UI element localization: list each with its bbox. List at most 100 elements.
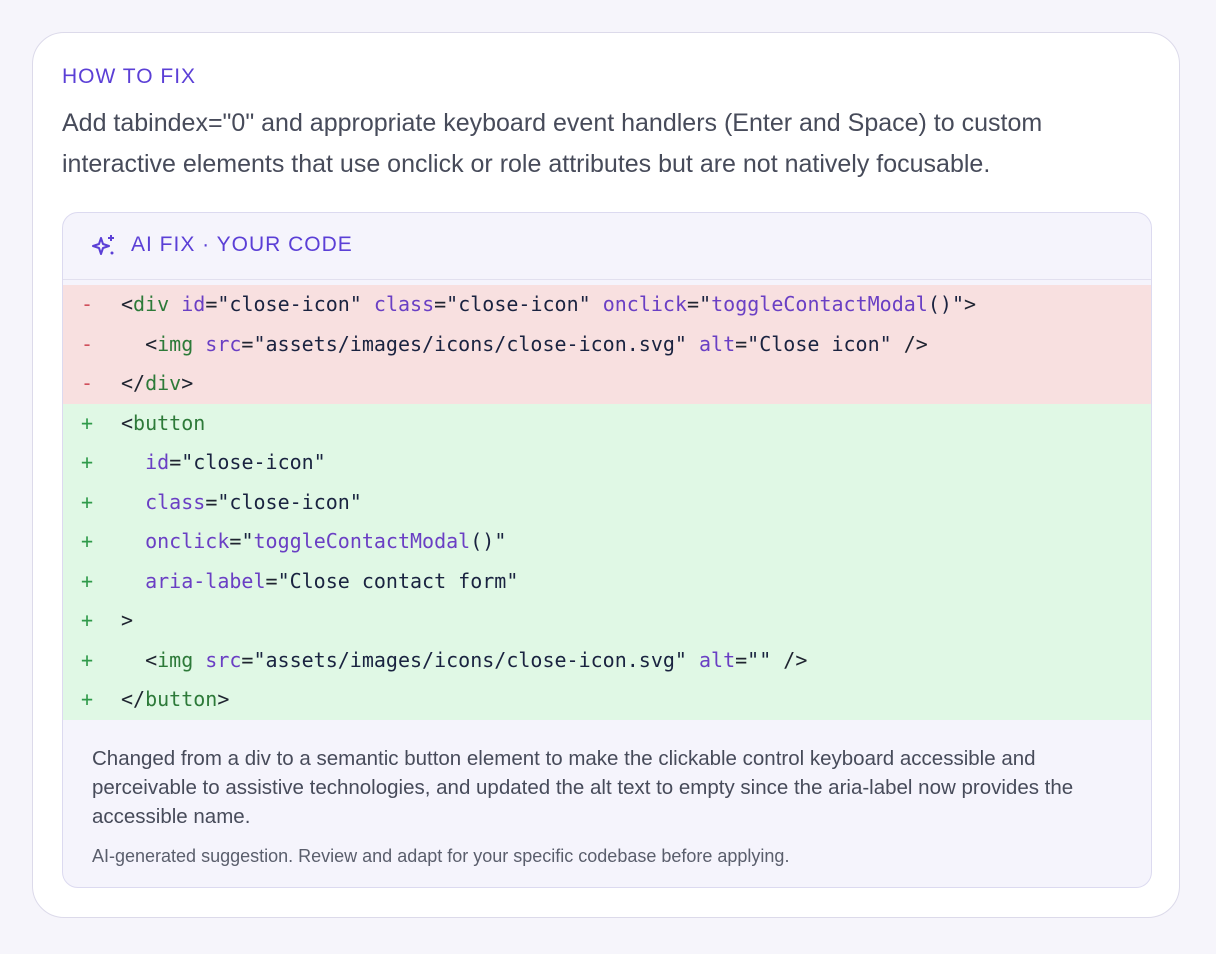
diff-code: id="close-icon" — [121, 443, 326, 483]
code-token: src — [205, 331, 242, 356]
code-token: "" — [747, 647, 772, 672]
code-token: = — [735, 647, 748, 672]
code-token: = — [735, 331, 748, 356]
code-token: > — [963, 292, 977, 316]
code-token: button — [133, 410, 206, 435]
diff-line-add: + </button> — [63, 680, 1151, 720]
code-token: toggleContactModal — [711, 292, 928, 316]
code-token: > — [217, 687, 230, 711]
diff-marker: + — [80, 568, 94, 593]
code-token: /> — [891, 331, 928, 356]
diff-code: <button — [121, 404, 205, 444]
diff-code: <img src="assets/images/icons/close-icon… — [121, 641, 807, 681]
diff-code: > — [121, 601, 133, 641]
code-token: "Close contact form" — [277, 568, 519, 593]
code-token: = — [434, 292, 447, 316]
code-token: button — [145, 687, 218, 711]
code-token: < — [121, 647, 158, 672]
diff-marker: - — [80, 371, 94, 395]
code-token: "assets/images/icons/close-icon.svg" — [253, 647, 687, 672]
code-token: img — [157, 647, 194, 672]
diff-marker: + — [80, 608, 94, 632]
code-token: alt — [699, 331, 736, 356]
diff-code: </div> — [121, 364, 193, 404]
code-diff: - <div id="close-icon" class="close-icon"… — [63, 285, 1151, 720]
ai-fix-label: AI FIX · YOUR CODE — [131, 233, 353, 256]
ai-fix-panel: AI FIX · YOUR CODE - <div id="close-icon"… — [62, 212, 1152, 888]
code-token: "close-icon" — [446, 292, 591, 316]
code-token: div — [145, 371, 182, 395]
code-token: class — [145, 489, 206, 514]
ai-disclaimer: AI-generated suggestion. Review and adap… — [92, 846, 790, 866]
code-token: "assets/images/icons/close-icon.svg" — [253, 331, 687, 356]
how-to-fix-description: Add tabindex="0" and appropriate keyboar… — [62, 109, 1043, 178]
ai-fix-header: AI FIX · YOUR CODE — [63, 213, 1151, 280]
diff-line-add: + aria-label="Close contact form" — [63, 561, 1151, 602]
diff-marker: + — [80, 647, 94, 672]
code-token: " — [241, 529, 254, 553]
code-token: = — [205, 489, 218, 514]
sparkles-icon — [92, 235, 114, 255]
code-token: < — [121, 292, 134, 316]
code-token: = — [205, 292, 218, 316]
diff-marker: + — [80, 687, 94, 711]
code-token: = — [687, 292, 700, 316]
how-to-fix-heading: HOW TO FIX — [62, 65, 197, 88]
diff-line-add: + <img src="assets/images/icons/close-ic… — [63, 640, 1151, 681]
diff-code: onclick="toggleContactModal()" — [121, 522, 506, 562]
code-token: = — [229, 529, 242, 553]
code-token: img — [157, 331, 194, 356]
diff-code: <img src="assets/images/icons/close-icon… — [121, 325, 928, 365]
code-token: aria-label — [145, 568, 266, 593]
code-token: </ — [121, 687, 146, 711]
code-token: "close-icon" — [217, 489, 362, 514]
diff-line-del: - <div id="close-icon" class="close-icon"… — [63, 285, 1151, 325]
diff-line-add: + id="close-icon" — [63, 443, 1151, 483]
diff-line-add: + > — [63, 601, 1151, 641]
code-token: onclick — [145, 529, 230, 553]
code-token: /> — [771, 647, 808, 672]
diff-line-del: - </div> — [63, 364, 1151, 404]
code-token: = — [169, 450, 182, 474]
code-token: alt — [699, 647, 736, 672]
code-token: div — [133, 292, 170, 316]
diff-marker: + — [80, 489, 94, 514]
code-token: id — [145, 450, 170, 474]
diff-code: class="close-icon" — [121, 483, 362, 523]
diff-marker: - — [80, 331, 94, 356]
code-token: "close-icon" — [181, 450, 326, 474]
code-token: = — [241, 331, 254, 356]
fix-explanation: Changed from a div to a semantic button … — [92, 747, 1074, 828]
diff-code: </button> — [121, 680, 229, 720]
code-token: " — [699, 292, 712, 316]
diff-line-add: + onclick="toggleContactModal()" — [63, 522, 1151, 562]
fix-card: HOW TO FIX Add tabindex="0" and appropri… — [32, 32, 1180, 918]
code-token: < — [121, 410, 134, 435]
code-token: "close-icon" — [217, 292, 362, 316]
code-token: src — [205, 647, 242, 672]
diff-marker: - — [80, 292, 94, 316]
code-token: ()" — [470, 529, 507, 553]
code-token: id — [181, 292, 206, 316]
code-token: toggleContactModal — [253, 529, 471, 553]
code-token: < — [121, 331, 158, 356]
diff-line-add: + class="close-icon" — [63, 482, 1151, 523]
code-token: = — [241, 647, 254, 672]
code-token: = — [265, 568, 278, 593]
diff-line-add: + <button — [63, 403, 1151, 444]
code-token: onclick — [602, 292, 688, 316]
diff-marker: + — [80, 450, 94, 474]
diff-line-del: - <img src="assets/images/icons/close-ic… — [63, 324, 1151, 365]
diff-code: aria-label="Close contact form" — [121, 562, 518, 602]
code-token: </ — [121, 371, 146, 395]
code-token: > — [121, 608, 134, 632]
